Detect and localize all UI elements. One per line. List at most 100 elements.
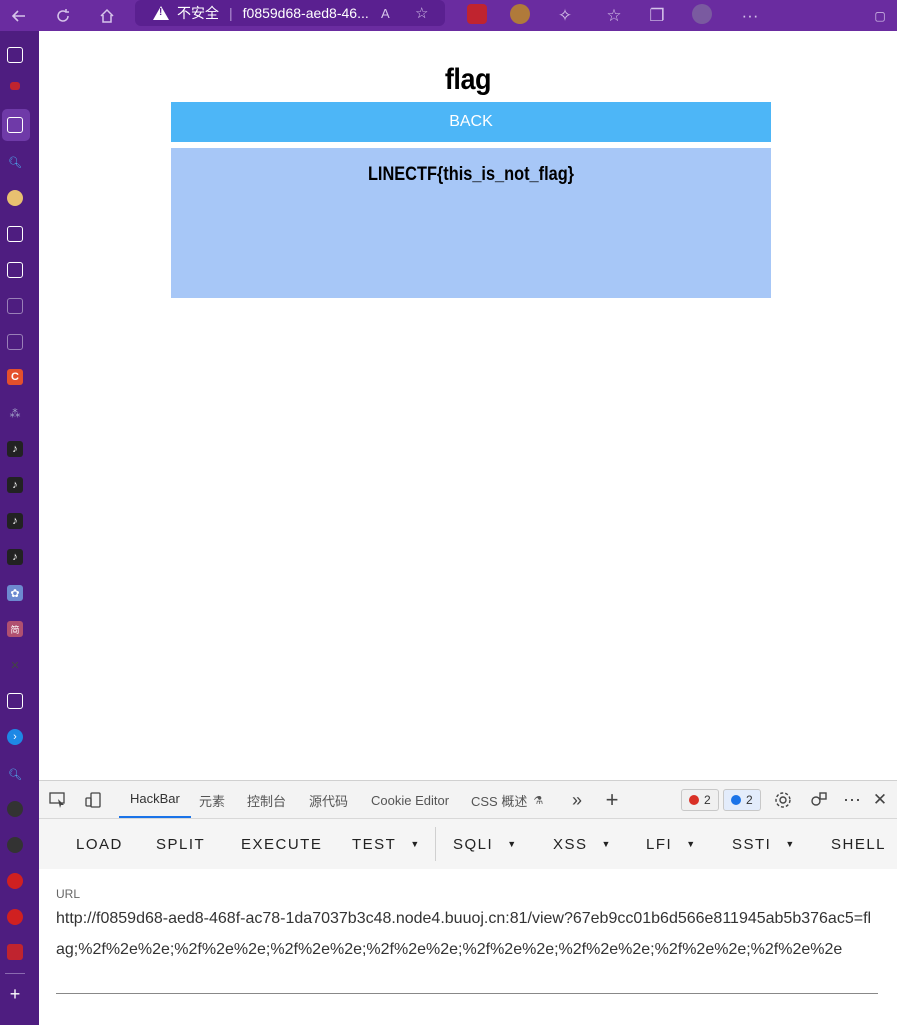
flag-text: LINECTF{this_is_not_flag} (367, 164, 575, 185)
tab-cookie-editor[interactable]: Cookie Editor (371, 781, 449, 819)
closed-page-icon[interactable] (7, 262, 23, 278)
tiktok-icon[interactable]: ♪ (7, 513, 23, 529)
tiktok-icon[interactable]: ♪ (7, 441, 23, 457)
graph-icon[interactable]: ⁂ (7, 405, 23, 421)
add-tab-icon[interactable]: + (7, 984, 23, 1004)
collections-icon[interactable]: ❐ (645, 0, 669, 31)
tiktok-icon[interactable]: ♪ (7, 549, 23, 565)
caret-down-icon: ▼ (410, 839, 421, 849)
message-icon (731, 795, 741, 805)
tab-actions-icon[interactable] (7, 47, 23, 63)
page-icon[interactable] (7, 693, 23, 709)
hackbar-toolbar: LOAD SPLIT EXECUTE TEST ▼ SQLI ▼ XSS ▼ LFI ▼… (39, 819, 897, 907)
tab-console[interactable]: 控制台 (247, 781, 286, 819)
home-icon[interactable] (94, 0, 120, 31)
search-icon[interactable]: 🔍︎ (7, 154, 23, 170)
address-bar[interactable]: 不安全 | f0859d68-aed8-46... A ☆ (135, 0, 445, 26)
xss-dropdown[interactable]: XSS ▼ (553, 819, 612, 869)
closed-page-icon[interactable] (7, 334, 23, 350)
caret-down-icon: ▼ (785, 839, 796, 849)
jianshu-icon[interactable]: 简 (7, 621, 23, 637)
experiment-flask-icon: ⚗ (533, 794, 544, 807)
favorite-add-icon[interactable]: ☆ (415, 4, 428, 22)
caret-down-icon: ▼ (686, 839, 697, 849)
security-label: 不安全 (177, 5, 219, 21)
favorites-icon[interactable]: ☆ (602, 0, 626, 31)
toolbar-divider (435, 827, 436, 861)
avatar-tab-icon[interactable] (7, 190, 23, 206)
message-count-badge[interactable]: 2 (723, 789, 761, 811)
window-restore-icon[interactable]: ▢ (870, 0, 890, 31)
amongus-extension-icon[interactable] (467, 4, 487, 24)
paw-icon[interactable]: ✿ (7, 585, 23, 601)
url-textarea[interactable]: http://f0859d68-aed8-468f-ac78-1da7037b3… (56, 903, 878, 965)
url-underline (56, 993, 878, 994)
split-button[interactable]: SPLIT (156, 819, 205, 869)
back-button[interactable]: BACK (171, 102, 771, 142)
flag-panel: LINECTF{this_is_not_flag} (171, 148, 771, 298)
tab-css-overview[interactable]: CSS 概述 ⚗ (471, 781, 543, 819)
more-icon[interactable]: ··· (738, 0, 762, 31)
closed-page-icon[interactable] (7, 226, 23, 242)
extensions-icon[interactable]: ✧ (553, 0, 577, 31)
play-circle-icon[interactable]: › (7, 729, 23, 745)
connect-device-icon[interactable] (809, 790, 829, 810)
test-dropdown[interactable]: TEST ▼ (352, 819, 421, 869)
inspect-element-icon[interactable] (48, 790, 68, 810)
tab-favicon-icon[interactable] (10, 82, 20, 90)
settings-gear-icon[interactable] (773, 790, 793, 810)
closed-page-icon[interactable] (7, 298, 23, 314)
xss-label: XSS (553, 835, 588, 853)
caret-down-icon: ▼ (507, 839, 518, 849)
devtools-panel: HackBar 元素 控制台 源代码 Cookie Editor CSS 概述 … (39, 780, 897, 1025)
back-arrow-icon[interactable] (6, 0, 32, 31)
test-label: TEST (352, 835, 397, 853)
github-icon[interactable] (7, 837, 23, 853)
page-title: flag (444, 63, 492, 96)
lfi-label: LFI (646, 835, 673, 853)
url-label: URL (56, 887, 81, 901)
refresh-icon[interactable] (50, 0, 76, 31)
github-icon[interactable] (7, 801, 23, 817)
weibo-icon[interactable] (7, 873, 23, 889)
ssti-label: SSTI (732, 835, 772, 853)
ssti-dropdown[interactable]: SSTI ▼ (732, 819, 796, 869)
page-icon[interactable] (7, 117, 23, 133)
weibo-icon[interactable] (7, 909, 23, 925)
tab-css-overview-label: CSS 概述 (471, 793, 528, 809)
page-content: flag BACK LINECTF{this_is_not_flag} (39, 31, 897, 780)
c-site-icon[interactable]: C (7, 369, 23, 385)
tool-icon[interactable]: ✕ (7, 657, 23, 673)
sidebar-divider (5, 973, 25, 974)
shell-dropdown[interactable]: SHELL (831, 819, 886, 869)
search-icon[interactable]: 🔍︎ (7, 766, 23, 782)
execute-button[interactable]: EXECUTE (241, 819, 322, 869)
vertical-tabs-sidebar: 🔍︎ C ⁂ ♪ ♪ ♪ ♪ ✿ 简 ✕ › 🔍︎ + (0, 31, 39, 1025)
error-count: 2 (704, 793, 711, 807)
tab-sources[interactable]: 源代码 (309, 781, 348, 819)
sqli-label: SQLI (453, 835, 494, 853)
read-aloud-icon[interactable]: A (381, 6, 390, 21)
browser-toolbar: 不安全 | f0859d68-aed8-46... A ☆ ✧ ☆ ❐ ··· … (0, 0, 897, 31)
lfi-dropdown[interactable]: LFI ▼ (646, 819, 697, 869)
sqli-dropdown[interactable]: SQLI ▼ (453, 819, 518, 869)
error-icon (689, 795, 699, 805)
csdn-icon[interactable] (7, 944, 23, 960)
profile-avatar[interactable] (692, 4, 712, 24)
devtools-tab-bar: HackBar 元素 控制台 源代码 Cookie Editor CSS 概述 … (39, 781, 897, 819)
tiktok-icon[interactable]: ♪ (7, 477, 23, 493)
more-tabs-icon[interactable]: » (567, 790, 587, 810)
add-panel-icon[interactable]: + (602, 787, 622, 812)
error-count-badge[interactable]: 2 (681, 789, 719, 811)
cookie-extension-icon[interactable] (510, 4, 530, 24)
more-options-icon[interactable]: ⋯ (842, 790, 862, 810)
tab-elements[interactable]: 元素 (199, 781, 225, 819)
close-devtools-icon[interactable]: ✕ (870, 790, 890, 810)
warning-icon (153, 6, 169, 20)
url-field-container: URL http://f0859d68-aed8-468f-ac78-1da70… (39, 869, 897, 1025)
tab-hackbar[interactable]: HackBar (119, 781, 191, 818)
device-emulation-icon[interactable] (84, 790, 104, 810)
load-button[interactable]: LOAD (76, 819, 123, 869)
message-count: 2 (746, 793, 753, 807)
address-text: f0859d68-aed8-46... (242, 5, 369, 21)
